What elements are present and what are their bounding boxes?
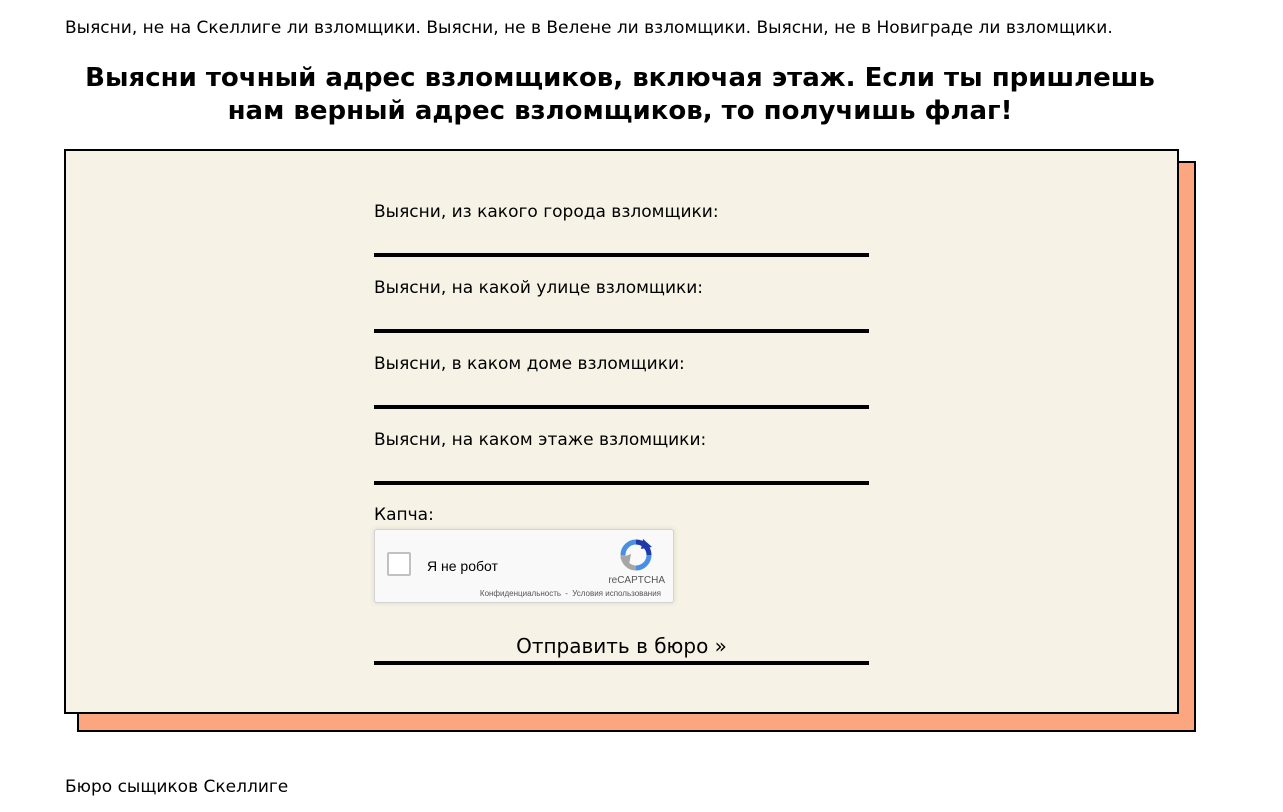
street-field: Выясни, на какой улице взломщики: <box>374 277 869 333</box>
house-field: Выясни, в каком доме взломщики: <box>374 353 869 409</box>
recaptcha-checkbox[interactable] <box>387 552 411 576</box>
house-input[interactable] <box>374 379 869 409</box>
recaptcha-widget: Я не робот reCAPTCHA Конфиденциальность … <box>374 529 674 603</box>
city-label: Выясни, из какого города взломщики: <box>374 202 719 222</box>
recaptcha-links-separator: - <box>565 589 568 598</box>
recaptcha-brand: reCAPTCHA <box>608 575 665 586</box>
submit-button[interactable]: Отправить в бюро » <box>374 625 869 665</box>
city-field: Выясни, из какого города взломщики: <box>374 201 869 257</box>
recaptcha-links: Конфиденциальность - Условия использован… <box>480 589 661 598</box>
floor-field: Выясни, на каком этаже взломщики: <box>374 429 869 485</box>
address-form: Выясни, из какого города взломщики: Выяс… <box>64 149 1179 714</box>
intro-text: Выясни, не на Скеллиге ли взломщики. Выя… <box>65 18 1113 38</box>
house-label: Выясни, в каком доме взломщики: <box>374 354 685 374</box>
floor-input[interactable] <box>374 455 869 485</box>
page: Выясни, не на Скеллиге ли взломщики. Выя… <box>0 0 1283 812</box>
recaptcha-terms-link[interactable]: Условия использования <box>572 589 661 598</box>
recaptcha-logo-icon <box>620 539 652 571</box>
city-input[interactable] <box>374 227 869 257</box>
footer-text: Бюро сыщиков Скеллиге <box>65 777 289 797</box>
page-title: Выясни точный адрес взломщиков, включая … <box>85 63 1155 126</box>
street-label: Выясни, на какой улице взломщики: <box>374 278 704 298</box>
recaptcha-checkbox-label: Я не робот <box>427 558 498 574</box>
floor-label: Выясни, на каком этаже взломщики: <box>374 430 707 450</box>
recaptcha-privacy-link[interactable]: Конфиденциальность <box>480 589 561 598</box>
street-input[interactable] <box>374 303 869 333</box>
captcha-label: Капча: <box>374 505 434 525</box>
